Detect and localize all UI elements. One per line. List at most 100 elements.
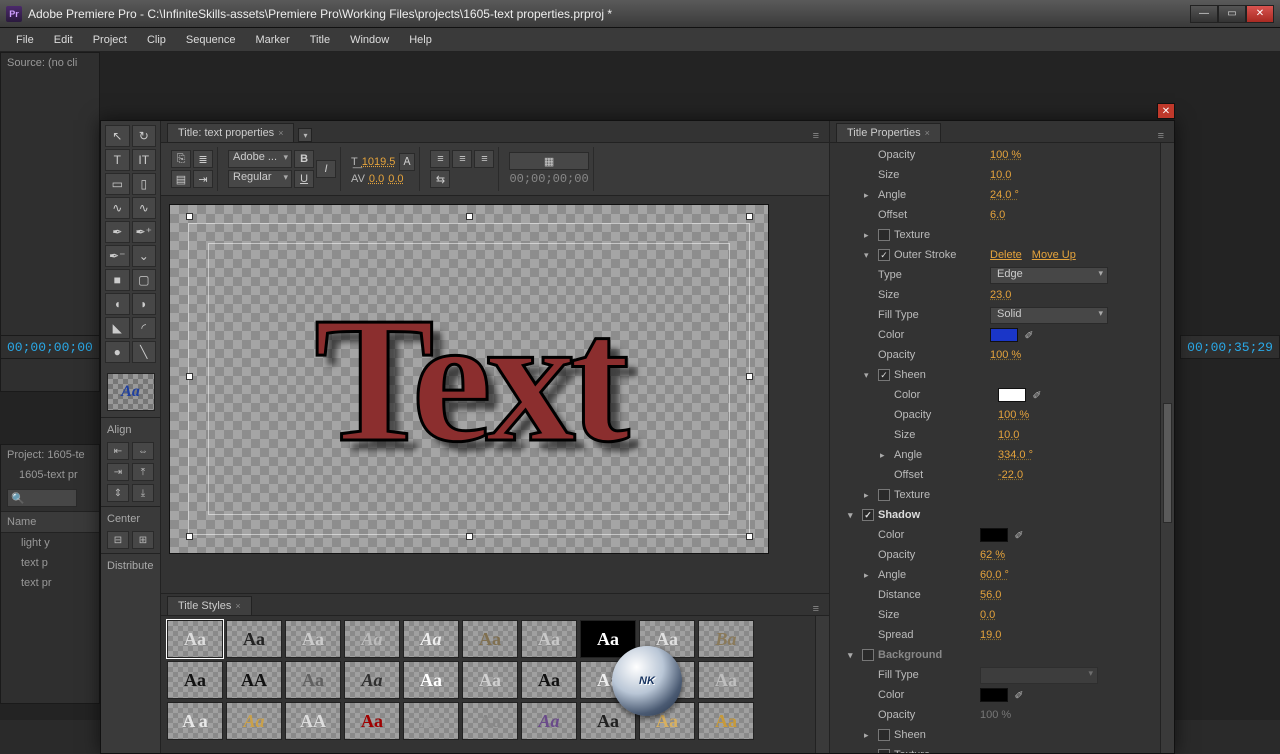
rounded-rect-tool[interactable]: ▢ (132, 269, 157, 291)
menu-window[interactable]: Window (340, 30, 399, 50)
property-value[interactable]: 60.0 ° (980, 569, 1009, 581)
selection-handle[interactable] (186, 533, 193, 540)
selection-handle[interactable] (746, 533, 753, 540)
property-checkbox[interactable]: ✓ (878, 369, 890, 381)
leading-value[interactable]: 0.0 (369, 173, 384, 185)
type-tool[interactable]: T (105, 149, 130, 171)
property-link-move-up[interactable]: Move Up (1032, 249, 1076, 261)
line-tool[interactable]: ╲ (132, 341, 157, 363)
disclosure-icon[interactable]: ▾ (864, 250, 874, 261)
style-swatch[interactable]: Aa (462, 702, 518, 740)
eyedropper-icon[interactable]: ✐ (1012, 528, 1026, 542)
style-swatch[interactable]: AA (226, 661, 282, 699)
rounded-rect2-tool[interactable]: ◗ (132, 293, 157, 315)
disclosure-icon[interactable]: ▸ (864, 570, 874, 581)
pen-tool[interactable]: ✒ (105, 221, 130, 243)
column-header-name[interactable]: Name (1, 511, 99, 533)
rotate-tool[interactable]: ↻ (132, 125, 157, 147)
title-tab[interactable]: Title: text properties × (167, 123, 294, 142)
project-item[interactable]: text p (1, 553, 99, 573)
align-right-button[interactable]: ⇥ (107, 463, 129, 481)
style-swatch[interactable]: Aa (521, 620, 577, 658)
clipped-rect-tool[interactable]: ◖ (105, 293, 130, 315)
property-select[interactable]: Solid (990, 307, 1108, 324)
title-panel-menu-icon[interactable]: ≡ (813, 130, 823, 142)
title-styles-tab[interactable]: Title Styles × (167, 596, 252, 615)
property-value[interactable]: 10.0 (998, 429, 1019, 441)
align-center-text-button[interactable]: ≡ (452, 150, 472, 168)
style-swatch[interactable]: Aa (285, 661, 341, 699)
tab-stops-button[interactable]: ⇥ (193, 170, 213, 188)
kerning-icon[interactable]: Ꭺ (399, 153, 415, 171)
timecode-left[interactable]: 00;00;00;00 (7, 340, 93, 355)
color-swatch[interactable] (998, 388, 1026, 402)
color-swatch[interactable] (980, 528, 1008, 542)
style-swatch[interactable]: Aa (344, 620, 400, 658)
style-swatch[interactable]: Ba (698, 620, 754, 658)
style-swatch[interactable]: A a (167, 702, 223, 740)
templates-button[interactable]: ▤ (171, 170, 191, 188)
title-properties-tab[interactable]: Title Properties × (836, 123, 941, 142)
properties-scrollbar-thumb[interactable] (1163, 403, 1172, 523)
italic-button[interactable]: I (316, 160, 336, 178)
background-timecode[interactable]: 00;00;00;00 (509, 172, 588, 186)
property-checkbox[interactable]: ✓ (862, 509, 874, 521)
tab-settings-button[interactable]: ⇆ (430, 170, 450, 188)
menu-file[interactable]: File (6, 30, 44, 50)
delete-anchor-tool[interactable]: ✒⁻ (105, 245, 130, 267)
menu-edit[interactable]: Edit (44, 30, 83, 50)
property-value[interactable]: 334.0 ° (998, 449, 1033, 461)
eyedropper-icon[interactable]: ✐ (1030, 388, 1044, 402)
disclosure-icon[interactable]: ▸ (864, 490, 874, 501)
property-checkbox[interactable] (878, 749, 890, 753)
selection-handle[interactable] (466, 213, 473, 220)
rectangle-tool[interactable]: ■ (105, 269, 130, 291)
ellipse-tool[interactable]: ● (105, 341, 130, 363)
disclosure-icon[interactable]: ▾ (848, 650, 858, 661)
vertical-path-type-tool[interactable]: ∿ (132, 197, 157, 219)
style-swatch[interactable]: Aa (462, 661, 518, 699)
menu-sequence[interactable]: Sequence (176, 30, 246, 50)
property-value[interactable]: -22.0 (998, 469, 1023, 481)
project-item[interactable]: light y (1, 533, 99, 553)
style-swatch[interactable]: Aa (344, 702, 400, 740)
selection-handle[interactable] (186, 213, 193, 220)
title-properties-tab-close-icon[interactable]: × (925, 128, 930, 138)
property-value[interactable]: 100 % (990, 349, 1021, 361)
timecode-right[interactable]: 00;00;35;29 (1187, 340, 1273, 355)
center-h-button[interactable]: ⊟ (107, 531, 129, 549)
style-swatch[interactable]: Aa (403, 702, 459, 740)
align-right-text-button[interactable]: ≡ (474, 150, 494, 168)
property-select[interactable]: Edge (990, 267, 1108, 284)
convert-anchor-tool[interactable]: ⌄ (132, 245, 157, 267)
selection-box[interactable] (190, 217, 750, 537)
title-tab-dropdown[interactable]: ▾ (298, 128, 312, 142)
path-type-tool[interactable]: ∿ (105, 197, 130, 219)
align-hcenter-button[interactable]: ⇔ (132, 442, 154, 460)
show-video-button[interactable]: ▦ (509, 152, 588, 170)
property-value[interactable]: 100 % (998, 409, 1029, 421)
property-value[interactable]: 100 % (990, 149, 1021, 161)
disclosure-icon[interactable]: ▾ (864, 370, 874, 381)
property-value[interactable]: 10.0 (990, 169, 1011, 181)
style-swatch[interactable]: Aa (403, 661, 459, 699)
property-checkbox[interactable] (878, 229, 890, 241)
style-swatch[interactable]: Aa (462, 620, 518, 658)
title-tab-close-icon[interactable]: × (278, 128, 283, 138)
color-swatch[interactable] (990, 328, 1018, 342)
font-size-value[interactable]: 1019.5 (362, 156, 396, 168)
property-checkbox[interactable] (878, 729, 890, 741)
property-checkbox[interactable] (878, 489, 890, 501)
vertical-area-type-tool[interactable]: ▯ (132, 173, 157, 195)
style-swatch[interactable]: Aa (521, 661, 577, 699)
style-swatch[interactable]: Aa (403, 620, 459, 658)
selection-handle[interactable] (746, 213, 753, 220)
menu-title[interactable]: Title (300, 30, 340, 50)
selection-tool[interactable]: ↖ (105, 125, 130, 147)
roll-crawl-button[interactable]: ≣ (193, 150, 213, 168)
disclosure-icon[interactable]: ▸ (864, 750, 874, 754)
area-type-tool[interactable]: ▭ (105, 173, 130, 195)
style-swatch[interactable]: Aa (698, 661, 754, 699)
title-styles-tab-close-icon[interactable]: × (235, 601, 240, 611)
align-vcenter-button[interactable]: ⇕ (107, 484, 129, 502)
